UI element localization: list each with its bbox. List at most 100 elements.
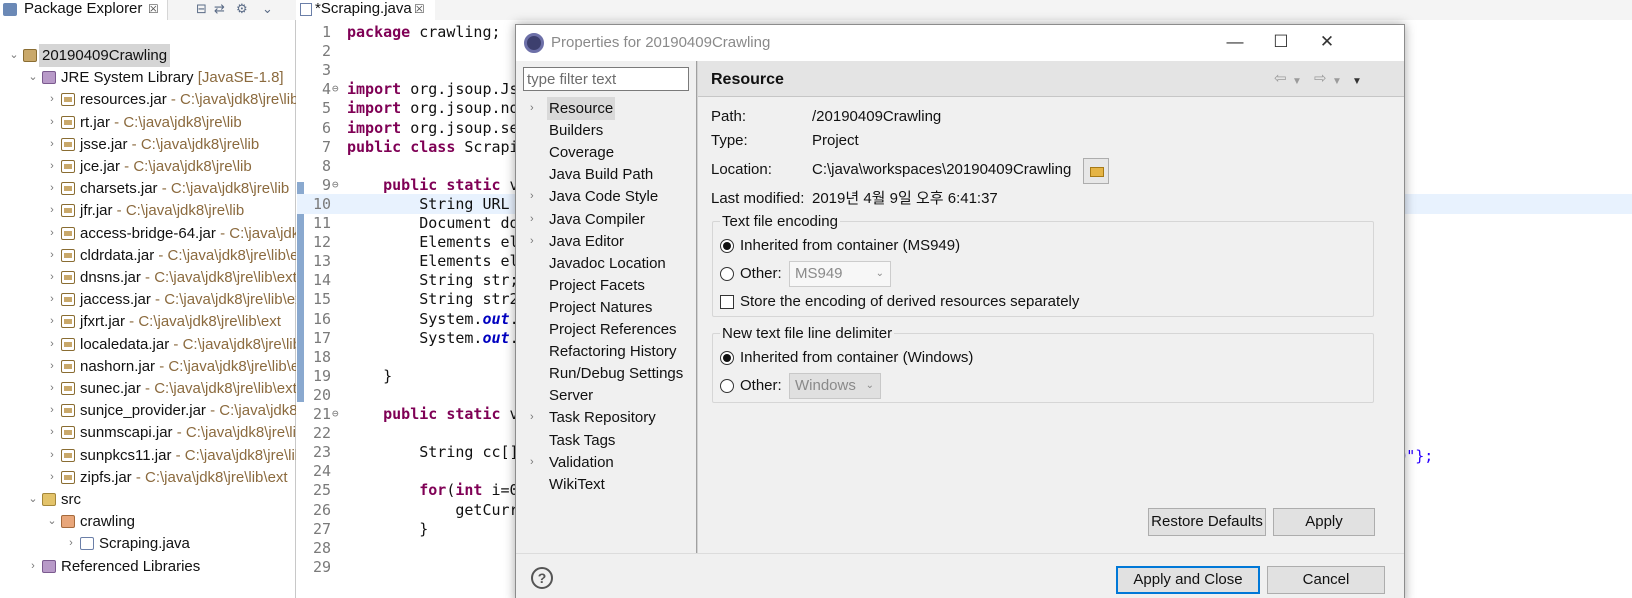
- tree-item[interactable]: › nashorn.jar - C:\java\jdk8\jre\lib\ext: [0, 355, 296, 378]
- tree-item[interactable]: › zipfs.jar - C:\java\jdk8\jre\lib\ext: [0, 466, 296, 489]
- nav-item-label: Java Editor: [549, 232, 625, 250]
- tree-item[interactable]: › resources.jar - C:\java\jdk8\jre\lib: [0, 88, 296, 111]
- jar-icon: [61, 448, 75, 462]
- chevron-right-icon[interactable]: ›: [46, 310, 58, 333]
- editor-tab-scraping-java[interactable]: *Scraping.java ☒: [297, 0, 435, 20]
- show-in-explorer-button[interactable]: [1083, 158, 1109, 184]
- forward-dropdown-icon[interactable]: ▼: [1332, 73, 1342, 91]
- tree-item[interactable]: › sunmscapi.jar - C:\java\jdk8\jre\lib\ex…: [0, 421, 296, 444]
- chevron-right-icon[interactable]: ›: [46, 421, 58, 444]
- chevron-right-icon[interactable]: ›: [530, 451, 534, 474]
- chevron-right-icon[interactable]: ›: [530, 185, 534, 208]
- store-encoding-checkbox[interactable]: [720, 295, 734, 309]
- jar-icon: [61, 404, 75, 418]
- chevron-right-icon[interactable]: ›: [46, 199, 58, 222]
- minimize-button[interactable]: —: [1212, 25, 1258, 61]
- chevron-down-icon[interactable]: ⌄: [27, 488, 39, 511]
- tree-item[interactable]: › jaccess.jar - C:\java\jdk8\jre\lib\ext: [0, 288, 296, 311]
- chevron-right-icon[interactable]: ›: [46, 155, 58, 178]
- tree-item[interactable]: › dnsns.jar - C:\java\jdk8\jre\lib\ext: [0, 266, 296, 289]
- tree-item[interactable]: › jfr.jar - C:\java\jdk8\jre\lib: [0, 199, 296, 222]
- tree-item[interactable]: ⌄ src: [0, 488, 296, 511]
- chevron-right-icon[interactable]: ›: [46, 133, 58, 156]
- encoding-inherited-label[interactable]: Inherited from container (MS949): [740, 236, 960, 256]
- chevron-right-icon[interactable]: ›: [46, 444, 58, 467]
- restore-defaults-button[interactable]: Restore Defaults: [1148, 508, 1266, 536]
- tree-item[interactable]: › cldrdata.jar - C:\java\jdk8\jre\lib\ext: [0, 244, 296, 267]
- tree-item[interactable]: › Scraping.java: [0, 532, 296, 555]
- chevron-right-icon[interactable]: ›: [530, 406, 534, 429]
- tree-item[interactable]: › access-bridge-64.jar - C:\java\jdk8\jre…: [0, 222, 296, 245]
- chevron-right-icon[interactable]: ›: [530, 208, 534, 231]
- tree-item[interactable]: ⌄ crawling: [0, 510, 296, 533]
- apply-button[interactable]: Apply: [1273, 508, 1375, 536]
- help-icon[interactable]: ?: [531, 567, 553, 589]
- chevron-down-icon[interactable]: ⌄: [27, 66, 39, 89]
- delimiter-other-label[interactable]: Other:: [740, 376, 782, 396]
- close-icon[interactable]: ☒: [148, 0, 159, 18]
- chevron-right-icon[interactable]: ›: [46, 288, 58, 311]
- tree-item[interactable]: › jsse.jar - C:\java\jdk8\jre\lib: [0, 133, 296, 156]
- filters-icon[interactable]: ⚙: [236, 1, 248, 17]
- tree-item[interactable]: ⌄ 20190409Crawling: [0, 44, 296, 67]
- chevron-right-icon[interactable]: ›: [46, 355, 58, 378]
- dialog-titlebar[interactable]: Properties for 20190409Crawling — ☐ ✕: [516, 25, 1404, 61]
- chevron-down-icon[interactable]: ⌄: [8, 44, 20, 67]
- tree-item[interactable]: › localedata.jar - C:\java\jdk8\jre\lib\e…: [0, 333, 296, 356]
- back-arrow-icon[interactable]: ⇦: [1274, 70, 1287, 88]
- chevron-right-icon[interactable]: ›: [46, 222, 58, 245]
- chevron-right-icon[interactable]: ›: [46, 177, 58, 200]
- tree-item[interactable]: › sunec.jar - C:\java\jdk8\jre\lib\ext: [0, 377, 296, 400]
- chevron-right-icon[interactable]: ›: [46, 266, 58, 289]
- chevron-right-icon[interactable]: ›: [27, 555, 39, 578]
- line-number: 4: [321, 80, 331, 99]
- delimiter-inherited-radio[interactable]: [720, 351, 734, 365]
- back-dropdown-icon[interactable]: ▼: [1292, 73, 1302, 91]
- encoding-other-label[interactable]: Other:: [740, 264, 782, 284]
- delimiter-inherited-label[interactable]: Inherited from container (Windows): [740, 348, 973, 368]
- chevron-right-icon[interactable]: ›: [530, 230, 534, 253]
- chevron-right-icon[interactable]: ›: [46, 244, 58, 267]
- encoding-other-radio[interactable]: [720, 267, 734, 281]
- tree-item[interactable]: › rt.jar - C:\java\jdk8\jre\lib: [0, 111, 296, 134]
- tree-item[interactable]: › jce.jar - C:\java\jdk8\jre\lib: [0, 155, 296, 178]
- encoding-inherited-radio[interactable]: [720, 239, 734, 253]
- tree-item[interactable]: › charsets.jar - C:\java\jdk8\jre\lib: [0, 177, 296, 200]
- package-explorer-tab[interactable]: Package Explorer ☒: [0, 0, 168, 20]
- encoding-combo[interactable]: MS949 ⌄: [789, 261, 891, 287]
- chevron-right-icon[interactable]: ›: [46, 377, 58, 400]
- chevron-right-icon[interactable]: ›: [46, 88, 58, 111]
- apply-and-close-button[interactable]: Apply and Close: [1116, 566, 1260, 594]
- link-with-editor-icon[interactable]: ⇄: [214, 1, 225, 17]
- close-icon[interactable]: ☒: [414, 0, 425, 18]
- forward-arrow-icon[interactable]: ⇨: [1314, 70, 1327, 88]
- tree-item[interactable]: › jfxrt.jar - C:\java\jdk8\jre\lib\ext: [0, 310, 296, 333]
- chevron-right-icon[interactable]: ›: [46, 111, 58, 134]
- delimiter-other-radio[interactable]: [720, 379, 734, 393]
- tree-item-label: Referenced Libraries: [61, 555, 200, 578]
- delimiter-combo[interactable]: Windows ⌄: [789, 373, 881, 399]
- fold-toggle-icon[interactable]: ⊖: [332, 79, 339, 99]
- chevron-right-icon[interactable]: ›: [530, 97, 534, 120]
- chevron-right-icon[interactable]: ›: [65, 532, 77, 555]
- chevron-right-icon[interactable]: ›: [46, 466, 58, 489]
- close-button[interactable]: ✕: [1304, 25, 1350, 61]
- tree-item[interactable]: › Referenced Libraries: [0, 555, 296, 578]
- tree-item[interactable]: › sunpkcs11.jar - C:\java\jdk8\jre\lib\ex…: [0, 444, 296, 467]
- chevron-right-icon[interactable]: ›: [46, 399, 58, 422]
- collapse-all-icon[interactable]: ⊟: [196, 1, 207, 17]
- view-menu-icon[interactable]: ⌄: [262, 1, 273, 17]
- chevron-right-icon[interactable]: ›: [46, 333, 58, 356]
- tree-item[interactable]: ⌄ JRE System Library [JavaSE-1.8]: [0, 66, 296, 89]
- java-file-icon: [80, 537, 94, 551]
- filter-input[interactable]: [523, 67, 689, 91]
- cancel-button[interactable]: Cancel: [1267, 566, 1385, 594]
- tree-item-path: - C:\java\jdk8\jre\lib\ext: [173, 335, 296, 353]
- fold-toggle-icon[interactable]: ⊖: [332, 404, 339, 424]
- maximize-button[interactable]: ☐: [1258, 25, 1304, 61]
- chevron-down-icon[interactable]: ⌄: [46, 510, 58, 533]
- tree-item[interactable]: › sunjce_provider.jar - C:\java\jdk8\jre\…: [0, 399, 296, 422]
- store-encoding-label[interactable]: Store the encoding of derived resources …: [740, 292, 1079, 312]
- fold-toggle-icon[interactable]: ⊖: [332, 175, 339, 195]
- page-menu-icon[interactable]: ▼: [1352, 73, 1362, 91]
